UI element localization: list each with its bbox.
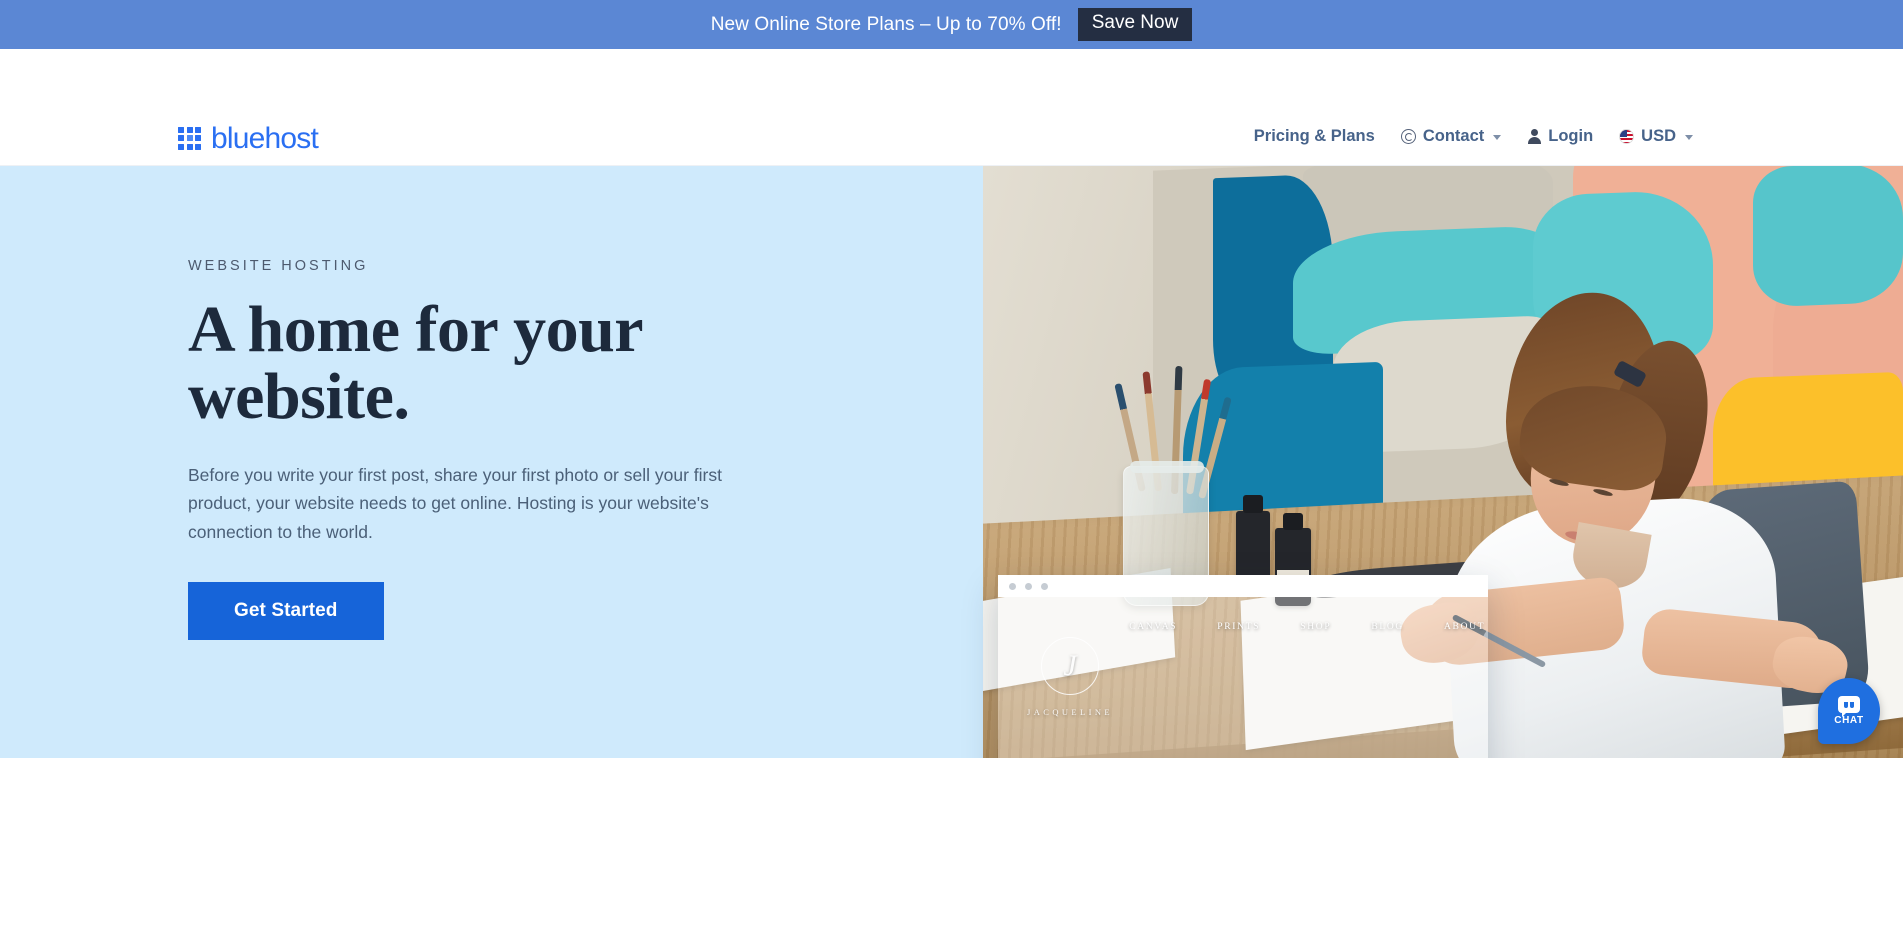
- currency-selector-label: USD: [1641, 127, 1676, 145]
- hero-eyebrow: WEBSITE HOSTING: [188, 258, 369, 274]
- grid-squares-icon: [178, 126, 201, 150]
- page-bottom-spacer: [0, 758, 1903, 937]
- get-started-button[interactable]: Get Started: [188, 582, 384, 641]
- promo-banner: New Online Store Plans – Up to 70% Off! …: [0, 0, 1903, 49]
- mockup-nav-about-me[interactable]: ABOUT ME: [1444, 622, 1488, 632]
- save-now-button[interactable]: Save Now: [1077, 8, 1193, 41]
- mockup-nav: CANVAS PRINTS SHOP BLOG ABOUT ME: [998, 622, 1488, 632]
- hero-section: J JACQUELINE CANVAS PRINTS SHOP BLOG ABO…: [0, 166, 1903, 758]
- us-flag-icon: [1619, 129, 1635, 144]
- bluehost-wordmark: bluehost: [211, 122, 319, 155]
- browser-mockup: J JACQUELINE CANVAS PRINTS SHOP BLOG ABO…: [998, 575, 1488, 758]
- browser-mockup-titlebar: [998, 575, 1488, 597]
- nav-contact[interactable]: Contact: [1400, 127, 1502, 146]
- chat-bubble-icon: [1838, 696, 1860, 717]
- window-dot-icon: [1025, 582, 1032, 590]
- window-dot-icon: [1009, 582, 1016, 590]
- mockup-nav-canvas[interactable]: CANVAS: [1129, 622, 1177, 632]
- promo-banner-text: New Online Store Plans – Up to 70% Off!: [710, 13, 1062, 35]
- nav-login-label: Login: [1548, 127, 1594, 145]
- chat-widget-label: CHAT: [1834, 715, 1864, 726]
- hero-title-line-1: A home for your: [188, 293, 644, 366]
- nav-pricing-and-plans[interactable]: Pricing & Plans: [1254, 127, 1375, 146]
- site-header: bluehost Pricing & Plans Contact Login U…: [0, 49, 1903, 192]
- window-dot-icon: [1041, 582, 1048, 590]
- chat-widget-button[interactable]: CHAT: [1818, 678, 1880, 744]
- user-icon: [1527, 129, 1541, 144]
- bluehost-logo[interactable]: bluehost: [178, 122, 319, 155]
- utility-nav: Pricing & Plans Contact Login USD: [1254, 127, 1693, 146]
- mockup-nav-prints[interactable]: PRINTS: [1217, 622, 1260, 632]
- browser-mockup-viewport: J JACQUELINE CANVAS PRINTS SHOP BLOG ABO…: [998, 597, 1488, 758]
- hero-subtitle: Before you write your first post, share …: [188, 464, 722, 542]
- hero-copy: WEBSITE HOSTING A home for your website.…: [188, 258, 748, 641]
- chevron-down-icon: [1493, 135, 1502, 140]
- mockup-brand-name: JACQUELINE: [1027, 707, 1113, 717]
- mockup-brand-logo: J JACQUELINE: [1024, 637, 1116, 717]
- support-headset-icon: [1400, 129, 1416, 144]
- mockup-monogram: J: [1041, 637, 1099, 695]
- mockup-nav-blog[interactable]: BLOG: [1371, 622, 1404, 632]
- mockup-nav-shop[interactable]: SHOP: [1300, 622, 1331, 632]
- nav-pricing-and-plans-label: Pricing & Plans: [1253, 127, 1375, 145]
- nav-contact-label: Contact: [1422, 127, 1485, 145]
- nav-login[interactable]: Login: [1527, 127, 1593, 146]
- chevron-down-icon: [1685, 135, 1693, 140]
- hero-title-line-2: website.: [188, 360, 410, 434]
- page-title: A home for your website.: [188, 296, 748, 431]
- currency-selector[interactable]: USD: [1619, 127, 1693, 146]
